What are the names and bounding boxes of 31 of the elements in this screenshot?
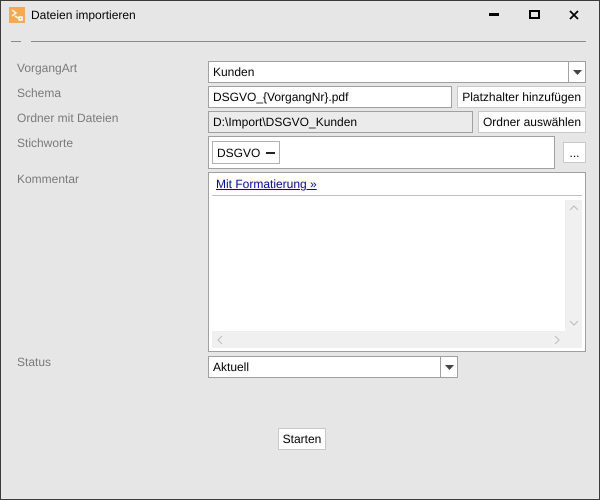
field-label: Status <box>17 354 52 369</box>
field-label: Kommentar <box>17 171 80 186</box>
placeholder-button[interactable]: Platzhalter hinzufügen <box>457 86 586 108</box>
maximize-icon <box>528 10 540 19</box>
minimize-icon <box>489 13 499 16</box>
formatting-link[interactable]: Mit Formatierung » <box>216 177 317 191</box>
scroll-right-icon[interactable] <box>554 334 560 344</box>
dropdown[interactable]: Aktuell <box>208 356 458 378</box>
scroll-up-icon[interactable] <box>568 205 578 211</box>
horizontal-scrollbar[interactable] <box>212 331 582 348</box>
app-icon <box>9 6 25 22</box>
tag-label: DSGVO <box>217 146 260 160</box>
caret-icon <box>444 364 454 370</box>
caret-icon <box>572 70 582 74</box>
field-label: Stichworte <box>17 135 74 150</box>
close-icon <box>569 10 579 20</box>
more-button[interactable]: ... <box>563 142 586 163</box>
text-field[interactable]: DSGVO_{VorgangNr}.pdf <box>208 86 452 108</box>
vertical-scrollbar[interactable] <box>565 200 582 331</box>
text-field[interactable]: D:\Import\DSGVO_Kunden <box>208 111 473 133</box>
start-button[interactable]: Starten <box>278 428 326 450</box>
dropdown[interactable]: Kunden <box>208 61 586 83</box>
scroll-left-icon[interactable] <box>217 334 223 344</box>
field-label: Schema <box>17 85 62 100</box>
window-title: Dateien importieren <box>31 8 137 22</box>
field-label: Ordner mit Dateien <box>17 110 118 125</box>
browse-button[interactable]: Ordner auswählen <box>478 111 586 133</box>
comment-editor[interactable]: Mit Formatierung » <box>208 172 586 352</box>
tag-field[interactable]: DSGVO <box>208 136 555 169</box>
scroll-down-icon[interactable] <box>568 320 578 326</box>
field-label: VorgangArt <box>17 60 78 75</box>
